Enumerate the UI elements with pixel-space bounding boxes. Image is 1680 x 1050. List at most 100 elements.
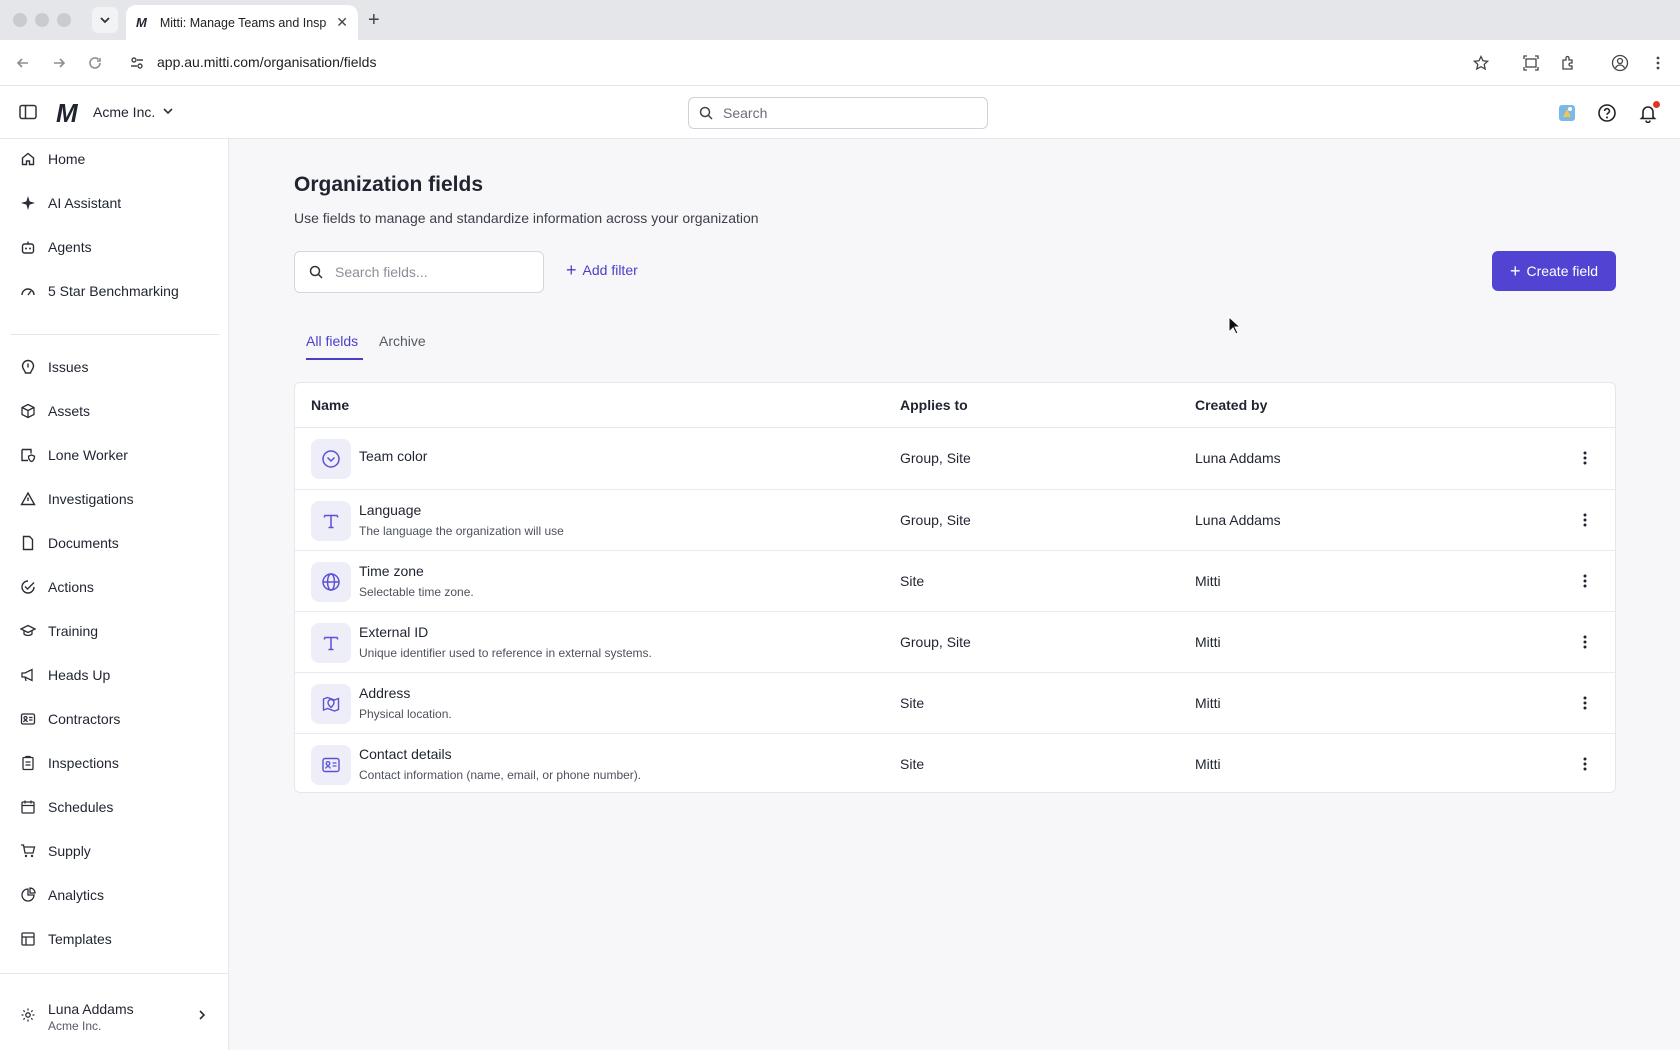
browser-menu-icon[interactable] bbox=[1647, 52, 1669, 74]
sidebar-item-lone-worker[interactable]: Lone Worker bbox=[10, 437, 220, 473]
robot-icon bbox=[20, 239, 36, 255]
sparkle-icon bbox=[20, 195, 36, 211]
graduation-cap-icon bbox=[20, 623, 36, 639]
field-name: External ID bbox=[359, 624, 429, 640]
field-description: The language the organization will use bbox=[359, 524, 564, 538]
back-icon[interactable] bbox=[12, 52, 34, 74]
table-row[interactable]: Time zone Selectable time zone. Site Mit… bbox=[295, 550, 1615, 611]
sidebar-item-training[interactable]: Training bbox=[10, 613, 220, 649]
org-switcher-label[interactable]: Acme Inc. bbox=[93, 104, 155, 120]
bookmark-star-icon[interactable] bbox=[1470, 52, 1492, 74]
address-bar[interactable]: app.au.mitti.com/organisation/fields bbox=[157, 54, 376, 70]
global-search-input[interactable] bbox=[723, 105, 963, 121]
cube-icon bbox=[20, 403, 36, 419]
clipboard-icon bbox=[20, 755, 36, 771]
global-search[interactable] bbox=[688, 97, 988, 129]
field-name: Time zone bbox=[359, 563, 424, 579]
tab-all-fields[interactable]: All fields bbox=[306, 333, 358, 349]
sidebar-item-label: Assets bbox=[48, 403, 91, 419]
gauge-icon bbox=[20, 283, 36, 299]
field-search[interactable] bbox=[294, 251, 544, 293]
field-created-by: Luna Addams bbox=[1195, 450, 1281, 466]
calendar-icon bbox=[20, 799, 36, 815]
table-row[interactable]: Team color Group, Site Luna Addams bbox=[295, 428, 1615, 489]
sidebar-item-analytics[interactable]: Analytics bbox=[10, 877, 220, 913]
forward-icon[interactable] bbox=[48, 52, 70, 74]
sidebar-item-home[interactable]: Home bbox=[10, 141, 220, 177]
more-options-icon[interactable] bbox=[1575, 754, 1595, 774]
apps-launcher-icon[interactable] bbox=[1555, 101, 1579, 125]
sidebar-item-assets[interactable]: Assets bbox=[10, 393, 220, 429]
column-header-created-by[interactable]: Created by bbox=[1195, 397, 1267, 413]
more-options-icon[interactable] bbox=[1575, 571, 1595, 591]
mitti-logo-icon[interactable]: M bbox=[56, 98, 78, 129]
field-applies-to: Site bbox=[900, 573, 925, 589]
chevron-right-icon bbox=[199, 1010, 206, 1020]
sidebar-item-label: Agents bbox=[48, 239, 92, 255]
sidebar-item-label: Templates bbox=[48, 931, 112, 947]
sidebar-item-label: Training bbox=[48, 623, 99, 639]
help-icon[interactable] bbox=[1595, 101, 1619, 125]
screen-capture-icon[interactable] bbox=[1520, 52, 1542, 74]
extensions-icon[interactable] bbox=[1557, 52, 1579, 74]
sidebar-item-ai-assistant[interactable]: AI Assistant bbox=[10, 185, 220, 221]
window-minimize-button[interactable] bbox=[35, 13, 49, 27]
sidebar-item-investigations[interactable]: Investigations bbox=[10, 481, 220, 517]
column-header-name[interactable]: Name bbox=[311, 397, 349, 413]
table-row[interactable]: Contact details Contact information (nam… bbox=[295, 733, 1615, 792]
contact-card-icon bbox=[311, 745, 351, 785]
sidebar-item-templates[interactable]: Templates bbox=[10, 921, 220, 957]
sidebar-item-actions[interactable]: Actions bbox=[10, 569, 220, 605]
profile-icon[interactable] bbox=[1609, 52, 1631, 74]
chevron-down-icon bbox=[100, 17, 110, 24]
sidebar-item-heads-up[interactable]: Heads Up bbox=[10, 657, 220, 693]
more-options-icon[interactable] bbox=[1575, 693, 1595, 713]
create-field-button[interactable]: + Create field bbox=[1492, 251, 1616, 291]
field-applies-to: Group, Site bbox=[900, 634, 971, 650]
field-description: Contact information (name, email, or pho… bbox=[359, 768, 642, 782]
sidebar-toggle-icon[interactable] bbox=[18, 102, 38, 122]
more-options-icon[interactable] bbox=[1575, 510, 1595, 530]
site-settings-icon[interactable] bbox=[126, 52, 148, 74]
window-close-button[interactable] bbox=[13, 13, 27, 27]
template-icon bbox=[20, 931, 36, 947]
field-applies-to: Site bbox=[900, 695, 925, 711]
sidebar-item-5-star-benchmarking[interactable]: 5 Star Benchmarking bbox=[10, 273, 220, 309]
window-zoom-button[interactable] bbox=[57, 13, 71, 27]
user-org: Acme Inc. bbox=[48, 1019, 102, 1033]
globe-icon bbox=[311, 562, 351, 602]
sidebar-item-inspections[interactable]: Inspections bbox=[10, 745, 220, 781]
field-created-by: Luna Addams bbox=[1195, 512, 1281, 528]
field-created-by: Mitti bbox=[1195, 695, 1221, 711]
sidebar-item-contractors[interactable]: Contractors bbox=[10, 701, 220, 737]
sidebar-item-label: Actions bbox=[48, 579, 94, 595]
page-title: Organization fields bbox=[294, 173, 484, 196]
person-shield-icon bbox=[20, 447, 36, 463]
plus-icon: + bbox=[566, 260, 577, 280]
search-fields-input[interactable] bbox=[335, 264, 535, 280]
user-menu[interactable]: Luna Addams Acme Inc. bbox=[10, 991, 220, 1043]
tab-list-button[interactable] bbox=[92, 7, 118, 33]
add-filter-button[interactable]: + Add filter bbox=[566, 260, 638, 280]
more-options-icon[interactable] bbox=[1575, 448, 1595, 468]
sidebar-item-documents[interactable]: Documents bbox=[10, 525, 220, 561]
sidebar-item-supply[interactable]: Supply bbox=[10, 833, 220, 869]
chevron-down-icon[interactable] bbox=[161, 104, 175, 118]
browser-tab[interactable]: M Mitti: Manage Teams and Insp ✕ bbox=[126, 5, 358, 40]
table-row[interactable]: External ID Unique identifier used to re… bbox=[295, 611, 1615, 672]
sidebar-item-issues[interactable]: Issues bbox=[10, 349, 220, 385]
notifications-bell-icon[interactable] bbox=[1636, 101, 1660, 125]
reload-icon[interactable] bbox=[84, 52, 106, 74]
column-header-applies-to[interactable]: Applies to bbox=[900, 397, 968, 413]
table-row[interactable]: Language The language the organization w… bbox=[295, 489, 1615, 550]
new-tab-icon[interactable]: + bbox=[368, 9, 380, 32]
tab-archive[interactable]: Archive bbox=[379, 333, 426, 349]
alert-icon bbox=[20, 359, 36, 375]
mitti-favicon-icon: M bbox=[136, 15, 147, 30]
sidebar-item-agents[interactable]: Agents bbox=[10, 229, 220, 265]
more-options-icon[interactable] bbox=[1575, 632, 1595, 652]
sidebar-item-schedules[interactable]: Schedules bbox=[10, 789, 220, 825]
table-row[interactable]: Address Physical location. Site Mitti bbox=[295, 672, 1615, 733]
tab-close-icon[interactable]: ✕ bbox=[336, 14, 348, 31]
sidebar-divider bbox=[10, 334, 220, 335]
